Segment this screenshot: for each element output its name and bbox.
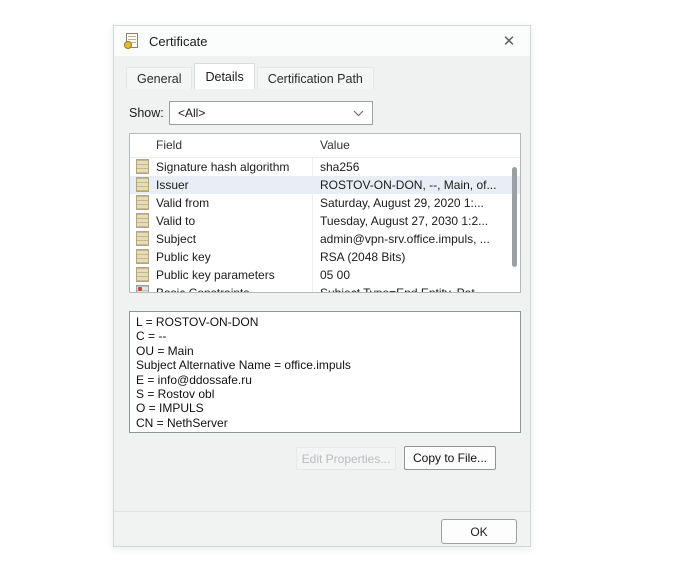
screen: Certificate ✕ General Details Certificat… [0,0,690,571]
show-dropdown[interactable]: <All> [169,101,373,125]
table-row[interactable]: Valid to Tuesday, August 27, 2030 1:2... [130,212,520,230]
tab-general[interactable]: General [126,67,192,89]
field-value: admin@vpn-srv.office.impuls, ... [320,232,490,246]
property-field-icon [136,231,149,246]
field-name: Public key [156,250,211,264]
detail-line: Subject Alternative Name = office.impuls [136,358,514,372]
field-name: Subject [156,232,196,246]
table-row[interactable]: Public key parameters 05 00 [130,266,520,284]
certificate-icon [124,33,140,49]
table-row[interactable]: Public key RSA (2048 Bits) [130,248,520,266]
detail-line: CN = NethServer [136,416,514,430]
property-field-icon [136,177,149,192]
property-field-icon [136,195,149,210]
column-header-field[interactable]: Field [156,138,182,152]
extension-field-icon [136,285,149,293]
field-name: Valid from [156,196,209,210]
table-row[interactable]: Issuer ROSTOV-ON-DON, --, Main, of... [130,176,520,194]
field-value: Saturday, August 29, 2020 1:... [320,196,484,210]
field-name: Issuer [156,178,189,192]
field-name: Basic Constraints [156,286,249,293]
list-scrollbar-thumb[interactable] [512,167,517,267]
property-field-icon [136,267,149,282]
property-field-icon [136,213,149,228]
close-icon: ✕ [503,34,516,49]
title-bar: Certificate ✕ [114,26,530,56]
detail-line: O = IMPULS [136,401,514,415]
table-row[interactable]: Subject admin@vpn-srv.office.impuls, ... [130,230,520,248]
chevron-down-icon [353,110,364,117]
field-detail-text[interactable]: L = ROSTOV-ON-DONC = --OU = MainSubject … [129,311,521,433]
table-row[interactable]: Valid from Saturday, August 29, 2020 1:..… [130,194,520,212]
field-value: 05 00 [320,268,350,282]
detail-line: C = -- [136,329,514,343]
field-value: RSA (2048 Bits) [320,250,405,264]
field-name: Signature hash algorithm [156,160,289,174]
field-list-rows: Signature hash algorithm sha256 Issuer ROST… [130,158,520,293]
table-row[interactable]: Signature hash algorithm sha256 [130,158,520,176]
certificate-field-list[interactable]: Field Value Signature hash algorithm sha2… [129,133,521,293]
column-header-value[interactable]: Value [320,138,350,152]
detail-line: L = ROSTOV-ON-DON [136,315,514,329]
tab-details[interactable]: Details [194,63,254,89]
detail-line: OU = Main [136,344,514,358]
field-value: sha256 [320,160,359,174]
show-dropdown-value: <All> [178,106,205,120]
tab-strip: General Details Certification Path [126,63,376,89]
field-value: Tuesday, August 27, 2030 1:2... [320,214,488,228]
detail-line: E = info@ddossafe.ru [136,373,514,387]
field-name: Valid to [156,214,195,228]
detail-line: S = Rostov obl [136,387,514,401]
show-label: Show: [129,106,164,120]
ok-button[interactable]: OK [441,519,517,544]
copy-to-file-button[interactable]: Copy to File... [404,446,496,470]
field-name: Public key parameters [156,268,275,282]
window-title: Certificate [149,34,208,49]
certificate-dialog: Certificate ✕ General Details Certificat… [113,25,531,547]
list-header: Field Value [130,134,520,158]
close-button[interactable]: ✕ [490,26,528,56]
field-value: ROSTOV-ON-DON, --, Main, of... [320,178,496,192]
edit-properties-button[interactable]: Edit Properties... [296,447,396,470]
tab-certification-path[interactable]: Certification Path [257,67,374,89]
table-row[interactable]: Basic Constraints Subject Type=End Entity… [130,284,520,293]
property-field-icon [136,159,149,174]
property-field-icon [136,249,149,264]
field-value: Subject Type=End Entity, Pat... [320,286,485,293]
